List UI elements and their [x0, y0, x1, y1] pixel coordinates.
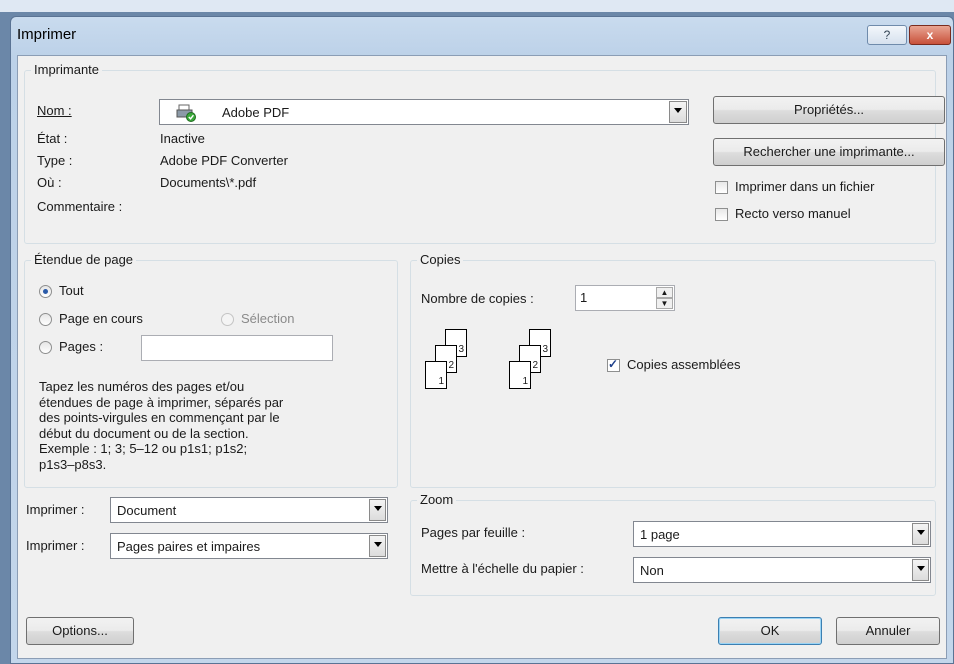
type-label: Type :: [37, 153, 73, 168]
zoom-group: Zoom Pages par feuille : 1 page Mettre à…: [410, 492, 936, 596]
cancel-button[interactable]: Annuler: [836, 617, 940, 645]
print-dialog: Imprimer ? x Imprimante Nom : Adobe PDF: [10, 16, 954, 664]
pages-per-sheet-select[interactable]: 1 page: [633, 521, 931, 547]
printer-name-select[interactable]: Adobe PDF: [159, 99, 689, 125]
print-what-select[interactable]: Document: [110, 497, 388, 523]
comment-label: Commentaire :: [37, 199, 123, 214]
printer-name-value: Adobe PDF: [222, 105, 290, 120]
pages-per-sheet-label: Pages par feuille :: [421, 525, 526, 540]
range-current-page-radio[interactable]: [39, 313, 52, 326]
collate-checkbox[interactable]: ✓: [607, 357, 620, 372]
spin-up-icon[interactable]: ▲: [656, 287, 673, 298]
chevron-down-icon[interactable]: [369, 535, 386, 557]
zoom-legend: Zoom: [417, 492, 457, 507]
help-icon: ?: [883, 28, 891, 42]
scale-value: Non: [640, 563, 664, 578]
page-icon: 1: [509, 361, 531, 389]
page-range-legend: Étendue de page: [31, 252, 137, 267]
range-current-page-label: Page en cours: [59, 311, 143, 326]
copies-legend: Copies: [417, 252, 464, 267]
dialog-body: Imprimante Nom : Adobe PDF État : Inacti…: [17, 55, 947, 659]
background-window-strip: [0, 0, 954, 12]
range-pages-radio[interactable]: [39, 341, 52, 354]
range-pages-label: Pages :: [59, 339, 104, 354]
printer-group: Imprimante Nom : Adobe PDF État : Inacti…: [24, 62, 945, 244]
print-pages-label: Imprimer :: [26, 538, 85, 553]
properties-button[interactable]: Propriétés...: [713, 96, 945, 124]
where-value: Documents\*.pdf: [160, 175, 257, 190]
chevron-down-icon[interactable]: [669, 101, 687, 123]
chevron-down-icon[interactable]: [912, 523, 929, 545]
help-button[interactable]: ?: [867, 25, 907, 45]
dialog-title: Imprimer: [17, 26, 77, 43]
print-pages-select[interactable]: Pages paires et impaires: [110, 533, 388, 559]
collate-illustration-left: 3 2 1: [423, 329, 483, 405]
printer-icon: [176, 104, 196, 125]
printer-legend: Imprimante: [31, 62, 103, 77]
chevron-down-icon[interactable]: [912, 559, 929, 581]
where-label: Où :: [37, 175, 62, 190]
print-to-file-checkbox[interactable]: [715, 181, 728, 194]
print-to-file-label: Imprimer dans un fichier: [735, 179, 875, 194]
copies-count-stepper[interactable]: 1 ▲ ▼: [575, 285, 675, 311]
scale-label: Mettre à l'échelle du papier :: [421, 561, 584, 576]
help-line: Tapez les numéros des pages et/ou: [39, 379, 245, 394]
check-icon: ✓: [608, 357, 619, 371]
help-line: Exemple : 1; 3; 5–12 ou p1s1; p1s2;: [39, 441, 248, 456]
range-all-label: Tout: [59, 283, 84, 298]
range-selection-radio[interactable]: [221, 313, 234, 326]
help-line: p1s3–p8s3.: [39, 456, 107, 472]
find-printer-button[interactable]: Rechercher une imprimante...: [713, 138, 945, 166]
options-button[interactable]: Options...: [26, 617, 134, 645]
collate-illustration-right: 3 2 1: [507, 329, 567, 405]
range-selection-label: Sélection: [241, 311, 295, 326]
print-pages-value: Pages paires et impaires: [117, 539, 261, 554]
page-range-group: Étendue de page Tout Page en cours Sélec…: [24, 252, 398, 488]
copies-count-value: 1: [580, 290, 588, 305]
help-line: étendues de page à imprimer, séparés par: [39, 394, 284, 410]
range-all-radio[interactable]: [39, 285, 52, 298]
help-line: des points-virgules en commençant par le: [39, 410, 280, 425]
copies-count-label: Nombre de copies :: [421, 291, 534, 306]
page-range-help: Tapez les numéros des pages et/ou étendu…: [39, 379, 379, 472]
scale-select[interactable]: Non: [633, 557, 931, 583]
ok-button[interactable]: OK: [718, 617, 822, 645]
state-label: État :: [37, 131, 68, 146]
manual-duplex-label: Recto verso manuel: [735, 206, 851, 221]
manual-duplex-checkbox[interactable]: [715, 208, 728, 221]
title-bar[interactable]: Imprimer ? x: [11, 17, 953, 53]
state-value: Inactive: [160, 131, 205, 146]
pages-input[interactable]: [141, 335, 333, 361]
close-icon: x: [926, 28, 934, 42]
help-line: début du document ou de la section.: [39, 425, 249, 441]
name-label: Nom :: [37, 103, 72, 118]
copies-group: Copies Nombre de copies : 1 ▲ ▼ 3 2 1 3 …: [410, 252, 936, 488]
collate-label: Copies assemblées: [627, 357, 741, 372]
type-value: Adobe PDF Converter: [160, 153, 288, 168]
print-what-label: Imprimer :: [26, 502, 85, 517]
spin-down-icon[interactable]: ▼: [656, 298, 673, 309]
pages-per-sheet-value: 1 page: [640, 527, 680, 542]
chevron-down-icon[interactable]: [369, 499, 386, 521]
close-button[interactable]: x: [909, 25, 951, 45]
page-icon: 1: [425, 361, 447, 389]
print-what-value: Document: [117, 503, 177, 518]
